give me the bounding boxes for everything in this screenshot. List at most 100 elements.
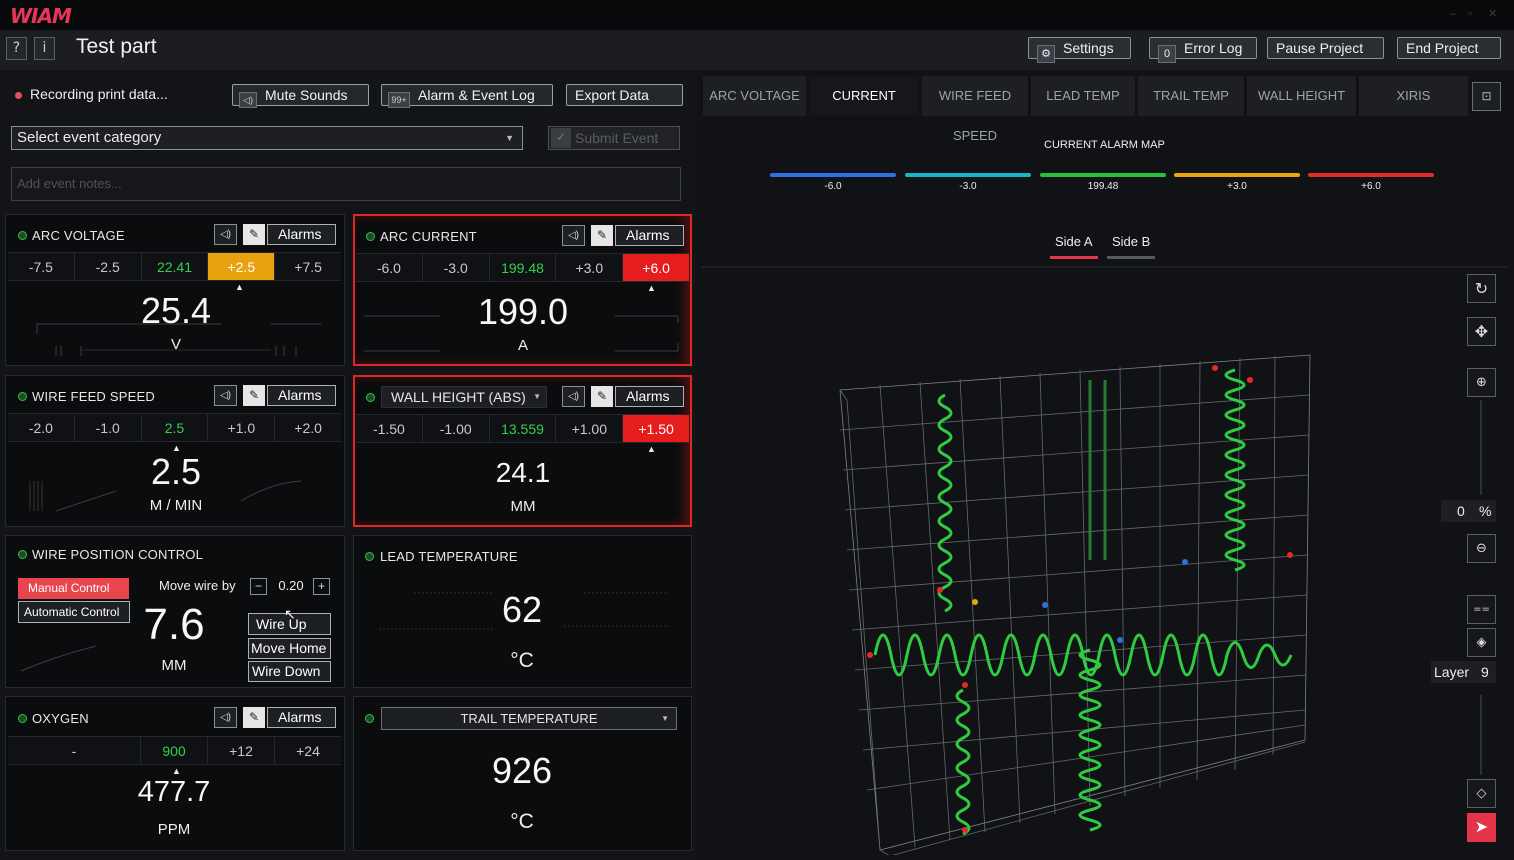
layer-compare-icon[interactable]: == [1467,595,1496,624]
zoom-out-icon[interactable]: ⊖ [1467,534,1496,563]
trail-temperature-select[interactable]: TRAIL TEMPERATURE ▼ [381,707,677,730]
pencil-icon[interactable]: ✎ [243,707,265,728]
settings-button[interactable]: ⚙ Settings [1028,37,1131,63]
tab-lead-temp[interactable]: LEAD TEMP [1031,76,1136,116]
move-step-input[interactable]: 0.20 [270,578,312,593]
alarms-button[interactable]: Alarms [267,385,336,406]
status-dot [365,714,374,723]
chevron-down-icon: ▼ [661,714,669,723]
scale-cell-target: 2.5 [142,414,209,441]
alarm-event-log-button[interactable]: 99+ Alarm & Event Log [381,84,553,108]
pencil-icon[interactable]: ✎ [591,225,613,246]
pencil-icon[interactable]: ✎ [591,386,613,407]
move-icon[interactable]: ✥ [1467,317,1496,346]
tab-wall-height[interactable]: WALL HEIGHT [1247,76,1357,116]
submit-event-button[interactable]: ✓ Submit Event [548,126,680,150]
alarm-scale: - 900 +12 +24 [8,736,341,765]
check-icon: ✓ [551,128,571,148]
legend-line [770,173,896,177]
wall-height-select[interactable]: WALL HEIGHT (ABS) ▼ [381,386,547,408]
reading-value: 2.5 [150,451,202,492]
tab-xiris[interactable]: XIRIS [1359,76,1468,116]
refresh-icon[interactable]: ↻ [1467,274,1496,303]
info-button[interactable]: i [34,37,55,60]
end-project-button[interactable]: End Project [1397,37,1501,59]
speaker-icon[interactable]: ◁) [562,386,585,407]
increment-button[interactable]: + [313,578,330,595]
maximize-icon[interactable]: ▫ [1468,9,1480,20]
wire-down-button[interactable]: Wire Down [248,661,331,682]
automatic-control-button[interactable]: Automatic Control [18,601,130,623]
pencil-icon[interactable]: ✎ [243,224,265,245]
legend-line [1174,173,1300,177]
reading-value: 24.1 [495,457,551,488]
event-notes-input[interactable]: Add event notes... [11,167,681,201]
zoom-percent-value: 0 [1457,503,1465,519]
scale-cell-target: 13.559 [490,415,557,442]
error-log-label: Error Log [1184,40,1243,56]
speaker-icon[interactable]: ◁) [214,385,237,406]
event-category-select[interactable]: Select event category ▼ [11,126,523,150]
alarms-button[interactable]: Alarms [267,224,336,245]
panel-icon[interactable]: ⊡ [1472,82,1501,111]
close-icon[interactable]: ✕ [1488,9,1500,20]
manual-control-button[interactable]: Manual Control [18,578,129,599]
legend-value: +3.0 [1227,181,1247,192]
scale-cell-target: 199.48 [490,254,557,281]
alarms-button[interactable]: Alarms [615,386,684,407]
status-dot [18,392,27,401]
side-a-toggle[interactable]: Side A [1050,234,1098,259]
tab-current[interactable]: CURRENT [809,76,919,116]
alarm-map-title: CURRENT ALARM MAP [1044,139,1165,151]
legend-value: -6.0 [824,181,842,192]
speaker-icon[interactable]: ◁) [214,224,237,245]
recording-status: Recording print data... [30,86,168,102]
zoom-slider-track[interactable] [1480,400,1482,495]
tab-wire-feed-speed[interactable]: WIRE FEED SPEED [922,76,1028,143]
tab-arc-voltage[interactable]: ARC VOLTAGE [703,76,807,116]
zoom-in-icon[interactable]: ⊕ [1467,368,1496,397]
trail-temperature-card: TRAIL TEMPERATURE ▼ 926 °C [353,696,692,851]
minimize-icon[interactable]: – [1450,9,1462,20]
pause-project-button[interactable]: Pause Project [1267,37,1384,59]
alarms-button[interactable]: Alarms [267,707,336,728]
speaker-icon[interactable]: ◁) [214,707,237,728]
mute-sounds-button[interactable]: ◁) Mute Sounds [232,84,369,108]
layer-down-icon[interactable]: ◇ [1467,779,1496,808]
move-home-button[interactable]: Move Home [248,638,331,659]
layers-icon[interactable]: ◈ [1467,628,1496,657]
help-button[interactable]: ? [6,37,27,60]
scale-cell: +3.0 [556,254,624,281]
settings-label: Settings [1063,40,1114,56]
scale-cell: +7.5 [294,259,322,275]
layer-indicator[interactable]: Layer 9 [1431,661,1496,683]
event-category-value: Select event category [17,129,162,146]
card-title: ARC CURRENT [380,229,477,244]
oxygen-card: OXYGEN ◁) ✎ Alarms - 900 +12 +24 ▲ 477.7… [5,696,345,851]
layer-label: Layer [1434,664,1470,680]
pencil-icon[interactable]: ✎ [243,385,265,406]
alarm-scale: -6.0 -3.0 199.48 +3.0 +6.0 [356,253,689,282]
wire-position-unit: MM [161,657,187,674]
wire-position-card: WIRE POSITION CONTROL Manual Control Aut… [5,535,345,688]
lead-temperature-card: LEAD TEMPERATURE 62 °C [353,535,692,688]
legend-line [1040,173,1166,177]
reading-unit: MM [510,498,536,515]
send-icon[interactable]: ➤ [1467,813,1496,842]
speaker-icon[interactable]: ◁) [562,225,585,246]
export-data-button[interactable]: Export Data [566,84,683,106]
decrement-button[interactable]: − [250,578,267,595]
reading-value: 199.0 [477,291,569,332]
layer-slider-track[interactable] [1480,695,1482,775]
side-b-toggle[interactable]: Side B [1107,234,1156,259]
scale-cell-target: 22.41 [142,253,209,280]
scale-cell: -1.00 [423,415,490,442]
scale-cell: -1.50 [356,415,423,442]
tab-trail-temp[interactable]: TRAIL TEMP [1138,76,1245,116]
scale-cell: +1.0 [208,414,276,441]
error-log-button[interactable]: 0 Error Log [1149,37,1257,63]
error-count-badge: 0 [1158,45,1176,63]
zoom-percent[interactable]: 0 % [1441,500,1496,522]
alarms-button[interactable]: Alarms [615,225,684,246]
trend-sparkline [20,645,97,672]
